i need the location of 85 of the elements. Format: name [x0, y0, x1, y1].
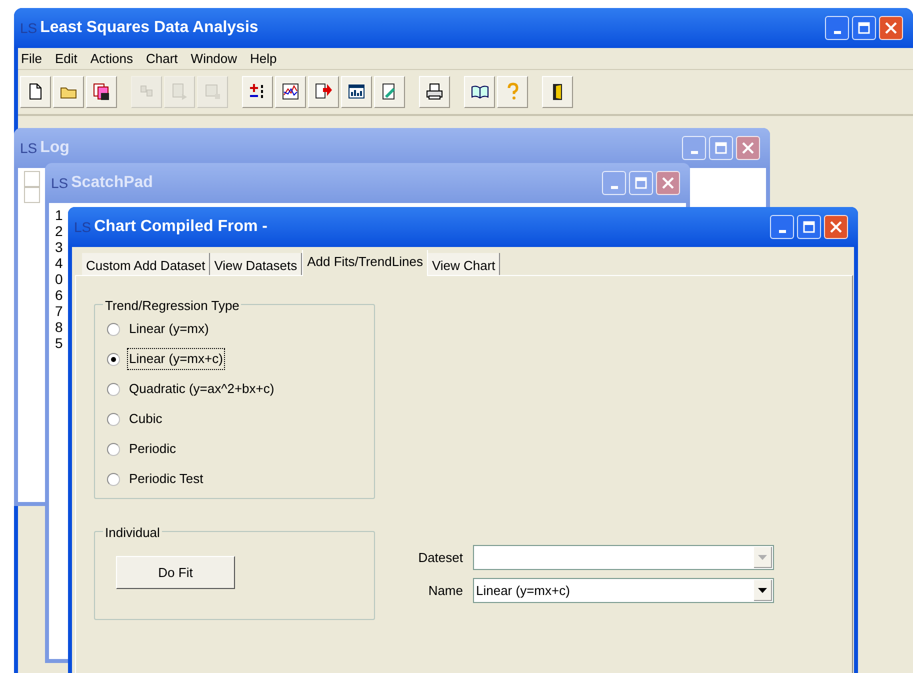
minimize-button[interactable]: [825, 16, 849, 40]
close-icon: [661, 176, 675, 190]
toolbar-button[interactable]: [275, 76, 306, 108]
menu-item[interactable]: Actions: [90, 48, 133, 68]
text-line: 8: [55, 319, 63, 335]
maximize-button[interactable]: [629, 171, 653, 195]
printer-icon: [424, 82, 444, 102]
radio-label[interactable]: Periodic: [128, 439, 177, 459]
document-arrow-icon: [170, 82, 190, 102]
close-icon: [884, 21, 898, 35]
tab[interactable]: Add Fits/TrendLines: [302, 250, 428, 276]
text-line: 2: [55, 223, 63, 239]
tab[interactable]: Custom Add Dataset: [82, 253, 210, 275]
toolbar-button[interactable]: [374, 76, 405, 108]
minimize-button[interactable]: [602, 171, 626, 195]
minimize-icon: [690, 151, 698, 154]
radio-button[interactable]: [107, 352, 120, 366]
field-label: Dateset: [417, 548, 463, 567]
minimize-button[interactable]: [682, 136, 706, 160]
text-line: 7: [55, 303, 63, 319]
checkbox[interactable]: [24, 187, 40, 203]
minimize-icon: [610, 186, 618, 189]
window-title: Log: [40, 138, 70, 158]
toolbar-button[interactable]: [341, 76, 372, 108]
text-line: 6: [55, 287, 63, 303]
menu-item[interactable]: Window: [190, 48, 238, 68]
do-fit-button[interactable]: Do Fit: [116, 556, 235, 589]
radio-label[interactable]: Cubic: [128, 409, 164, 429]
radio-button[interactable]: [107, 382, 120, 396]
text-line: 3: [55, 239, 63, 255]
radio-label[interactable]: Linear (y=mx): [128, 319, 210, 339]
app-logo: LS: [74, 218, 92, 236]
window-title: Chart Compiled From -: [94, 217, 268, 237]
menu-item[interactable]: Edit: [54, 48, 78, 68]
radio-button[interactable]: [107, 322, 120, 336]
close-button[interactable]: [656, 171, 680, 195]
minimize-icon: [834, 31, 840, 34]
radio-label[interactable]: Quadratic (y=ax^2+bx+c): [128, 379, 276, 399]
toolbar-button[interactable]: [542, 76, 573, 108]
documents-disk-icon: [92, 82, 112, 102]
line-chart-icon: [280, 82, 300, 102]
radio-button[interactable]: [107, 442, 120, 456]
text-line: 4: [55, 255, 63, 271]
maximize-icon: [715, 142, 727, 154]
toolbar-button[interactable]: [308, 76, 339, 108]
window-title: ScatchPad: [71, 173, 153, 193]
field-label: Name: [427, 582, 463, 600]
close-icon: [741, 141, 755, 155]
window-title: Least Squares Data Analysis: [40, 18, 258, 38]
radio-button[interactable]: [107, 412, 120, 426]
menu-item[interactable]: Help: [250, 48, 277, 68]
app-logo: LS: [51, 174, 68, 192]
toolbar-button[interactable]: [242, 76, 273, 108]
maximize-icon: [858, 22, 870, 34]
tab[interactable]: View Chart: [428, 253, 500, 275]
text-line: 1: [55, 207, 63, 223]
maximize-button[interactable]: [709, 136, 733, 160]
tab[interactable]: View Datasets: [210, 253, 302, 275]
radio-label[interactable]: Periodic Test: [128, 469, 204, 489]
maximize-button[interactable]: [797, 215, 821, 239]
document-corner-icon: [202, 82, 222, 102]
app-logo: LS: [20, 18, 38, 38]
maximize-icon: [635, 177, 647, 189]
toolbar-button[interactable]: [86, 76, 117, 108]
text-line: 5: [55, 335, 63, 351]
menu-item[interactable]: File: [21, 48, 42, 68]
dropdown[interactable]: Linear (y=mx+c): [473, 578, 774, 603]
toolbar-button[interactable]: [53, 76, 84, 108]
radio-button[interactable]: [107, 472, 120, 486]
minimize-button[interactable]: [770, 215, 794, 239]
close-button[interactable]: [824, 215, 848, 239]
radio-label[interactable]: Linear (y=mx+c): [128, 349, 224, 369]
toolbar-button[interactable]: [20, 76, 51, 108]
close-button[interactable]: [879, 16, 903, 40]
menu-item[interactable]: Chart: [146, 48, 178, 68]
close-icon: [829, 220, 843, 234]
toolbar-button[interactable]: [464, 76, 495, 108]
app-logo: LS: [20, 138, 38, 158]
maximize-icon: [803, 221, 815, 233]
checkbox[interactable]: [24, 171, 40, 187]
toolbar-button[interactable]: [419, 76, 450, 108]
close-button[interactable]: [736, 136, 760, 160]
minimize-icon: [778, 230, 786, 233]
text-line: 0: [55, 271, 63, 287]
maximize-button[interactable]: [852, 16, 876, 40]
